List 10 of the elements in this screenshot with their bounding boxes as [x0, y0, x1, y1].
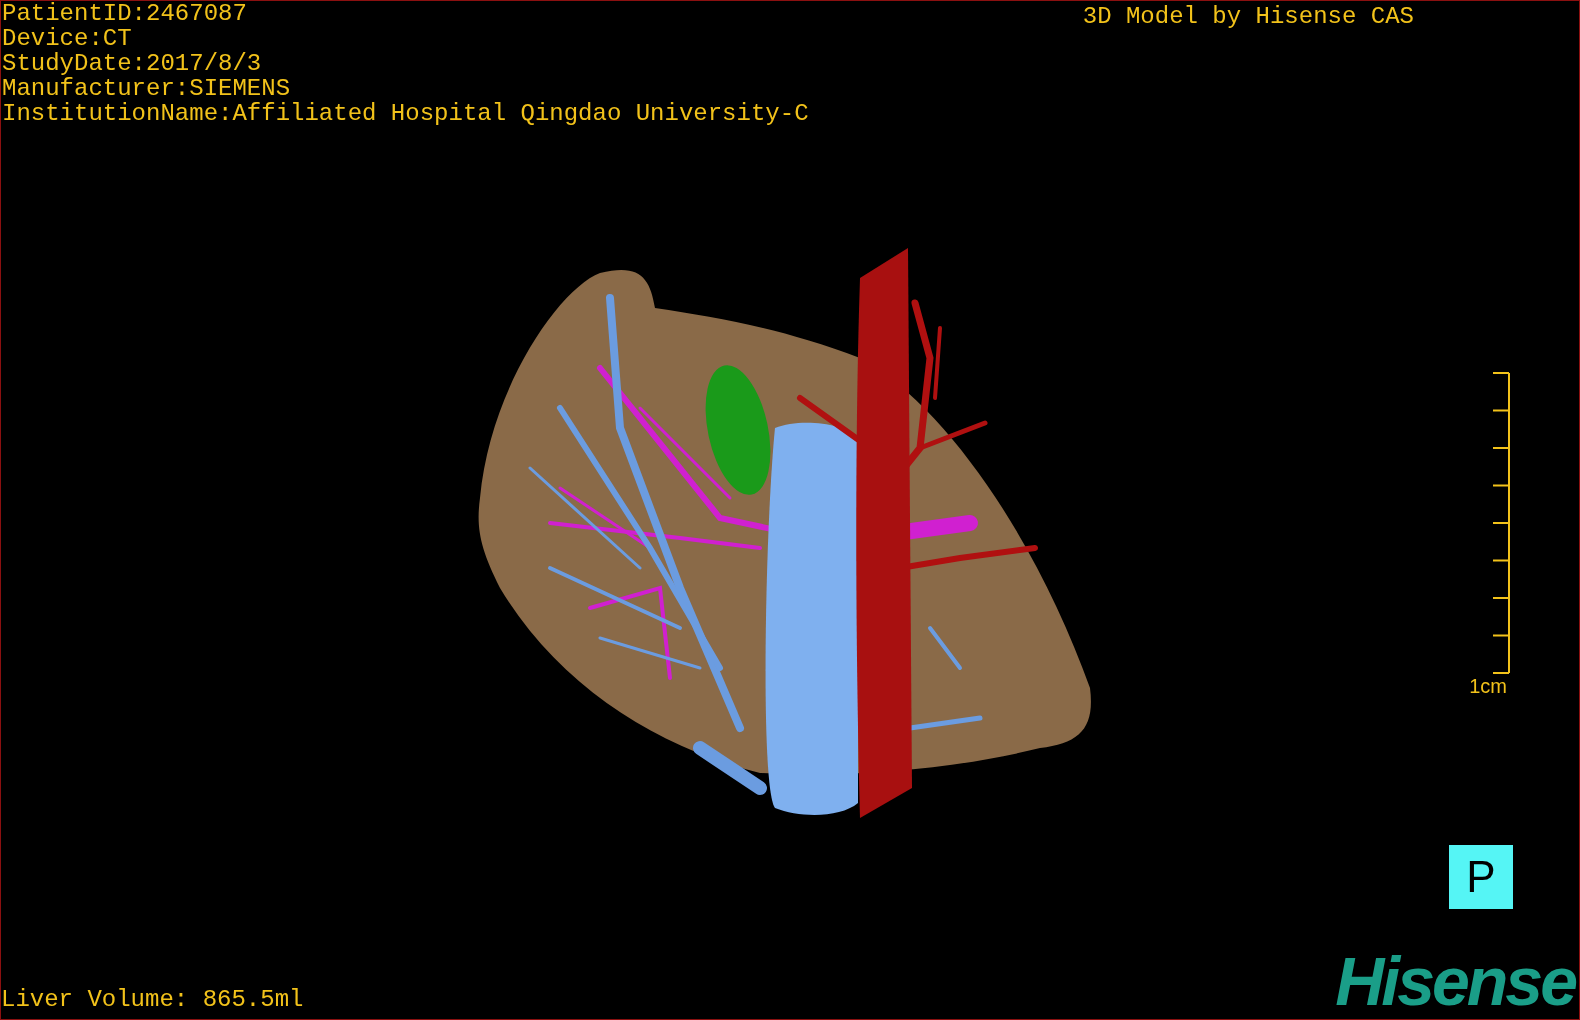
study-info-text: InstitutionName:Affiliated Hospital Qingdao University-C — [2, 101, 809, 126]
study-info-text: PatientID:2467087 — [2, 1, 248, 26]
brand-logo: Hisense — [1335, 949, 1577, 1019]
model-title: 3D Model by Hisense CAS — [1082, 2, 1415, 29]
scale-label: 1cm — [1469, 675, 1508, 697]
study-info-text: StudyDate:2017/8/3 — [2, 51, 263, 76]
study-info-text: Manufacturer:SIEMENS — [2, 76, 292, 101]
liver-volume-text: Liver Volume: 865.5ml — [1, 987, 304, 1015]
study-info-text: Device:CT — [2, 26, 133, 51]
orientation-button[interactable]: P — [1449, 845, 1513, 909]
